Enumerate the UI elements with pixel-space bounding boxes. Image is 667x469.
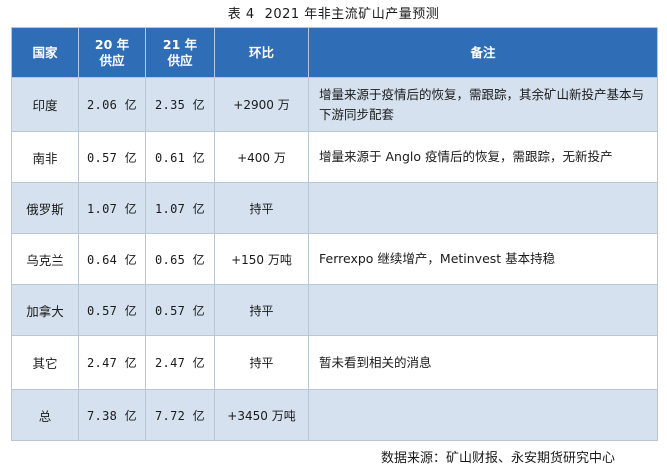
cell-change: +400 万 <box>214 131 309 183</box>
cell-note: Ferrexpo 继续增产，Metinvest 基本持稳 <box>308 233 658 285</box>
table-row: 其它 2.47 亿 2.47 亿 持平 暂未看到相关的消息 <box>11 335 658 390</box>
cell-country: 加拿大 <box>11 284 79 336</box>
cell-change: +150 万吨 <box>214 233 309 285</box>
table-row-total: 总 7.38 亿 7.72 亿 +3450 万吨 <box>11 389 658 441</box>
cell-note <box>308 389 658 441</box>
cell-note <box>308 182 658 234</box>
cell-country: 南非 <box>11 131 79 183</box>
cell-change: 持平 <box>214 182 309 234</box>
cell-country: 总 <box>11 389 79 441</box>
table-row: 印度 2.06 亿 2.35 亿 +2900 万 增量来源于疫情后的恢复，需跟踪… <box>11 77 658 132</box>
cell-supply-2021: 7.72 亿 <box>145 389 215 441</box>
cell-country: 印度 <box>11 77 79 132</box>
cell-country: 其它 <box>11 335 79 390</box>
table-row: 俄罗斯 1.07 亿 1.07 亿 持平 <box>11 182 658 234</box>
header-supply-2020: 20 年供应 <box>78 27 146 78</box>
cell-change: 持平 <box>214 335 309 390</box>
cell-supply-2020: 7.38 亿 <box>78 389 146 441</box>
cell-note: 暂未看到相关的消息 <box>308 335 658 390</box>
cell-supply-2020: 0.64 亿 <box>78 233 146 285</box>
table-title-text: 2021 年非主流矿山产量预测 <box>264 7 440 22</box>
cell-change: +3450 万吨 <box>214 389 309 441</box>
cell-note: 增量来源于疫情后的恢复，需跟踪，其余矿山新投产基本与下游同步配套 <box>308 77 658 132</box>
table-row: 南非 0.57 亿 0.61 亿 +400 万 增量来源于 Anglo 疫情后的… <box>11 131 658 183</box>
table-row: 乌克兰 0.64 亿 0.65 亿 +150 万吨 Ferrexpo 继续增产，… <box>11 233 658 285</box>
table-number: 表 4 <box>227 7 255 22</box>
cell-supply-2020: 0.57 亿 <box>78 284 146 336</box>
cell-country: 俄罗斯 <box>11 182 79 234</box>
cell-supply-2020: 0.57 亿 <box>78 131 146 183</box>
header-note: 备注 <box>308 27 658 78</box>
cell-change: 持平 <box>214 284 309 336</box>
cell-note <box>308 284 658 336</box>
cell-change: +2900 万 <box>214 77 309 132</box>
cell-supply-2021: 0.61 亿 <box>145 131 215 183</box>
table-body: 印度 2.06 亿 2.35 亿 +2900 万 增量来源于疫情后的恢复，需跟踪… <box>11 77 658 441</box>
header-change: 环比 <box>214 27 309 78</box>
table-row: 加拿大 0.57 亿 0.57 亿 持平 <box>11 284 658 336</box>
cell-supply-2020: 2.47 亿 <box>78 335 146 390</box>
cell-supply-2021: 1.07 亿 <box>145 182 215 234</box>
cell-supply-2021: 2.47 亿 <box>145 335 215 390</box>
data-source-caption: 数据来源：矿山财报、永安期货研究中心 <box>380 451 615 466</box>
header-country: 国家 <box>11 27 79 78</box>
cell-note: 增量来源于 Anglo 疫情后的恢复，需跟踪，无新投产 <box>308 131 658 183</box>
cell-supply-2020: 1.07 亿 <box>78 182 146 234</box>
header-row: 国家 20 年供应 21 年供应 环比 备注 <box>11 27 658 78</box>
header-supply-2021: 21 年供应 <box>145 27 215 78</box>
table-title: 表 4 2021 年非主流矿山产量预测 <box>0 3 667 23</box>
cell-supply-2021: 0.65 亿 <box>145 233 215 285</box>
supply-forecast-table: 国家 20 年供应 21 年供应 环比 备注 印度 2.06 亿 2.35 亿 … <box>11 27 658 441</box>
table-header: 国家 20 年供应 21 年供应 环比 备注 <box>11 27 658 78</box>
cell-country: 乌克兰 <box>11 233 79 285</box>
cell-supply-2021: 2.35 亿 <box>145 77 215 132</box>
cell-supply-2021: 0.57 亿 <box>145 284 215 336</box>
cell-supply-2020: 2.06 亿 <box>78 77 146 132</box>
